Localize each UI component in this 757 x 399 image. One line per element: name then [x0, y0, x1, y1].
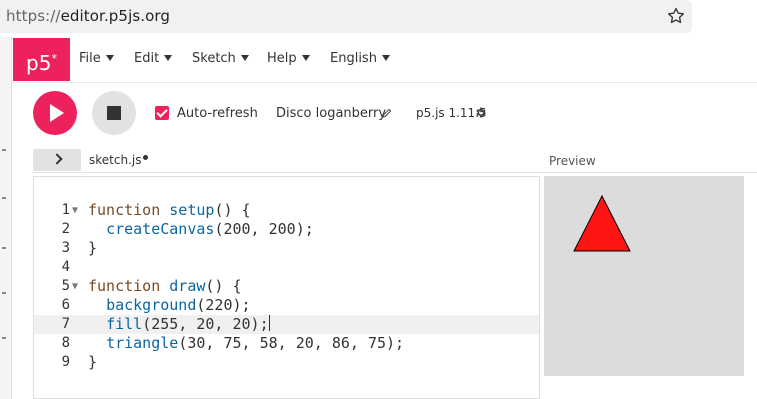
- code-token: }: [88, 239, 98, 257]
- p5-logo[interactable]: p5*: [13, 38, 70, 81]
- code-token: () {: [205, 277, 242, 295]
- code-text: function setup() {: [88, 201, 251, 220]
- code-token: draw: [169, 277, 206, 295]
- line-number: 6: [61, 297, 70, 313]
- toolbar: Auto-refresh Disco loganberry p5.js 1.11…: [12, 84, 757, 146]
- line-number: 9: [61, 354, 70, 370]
- menu-language[interactable]: English: [330, 51, 390, 66]
- preview-canvas[interactable]: [544, 176, 744, 376]
- line-number: 8: [61, 335, 70, 351]
- menu-file-label: File: [79, 51, 101, 66]
- text-cursor: [268, 315, 270, 331]
- line-number: 2: [61, 221, 70, 237]
- auto-refresh-checkbox[interactable]: [155, 106, 169, 120]
- code-line[interactable]: 3}: [34, 239, 539, 258]
- code-line[interactable]: 9}: [34, 353, 539, 372]
- code-editor[interactable]: 1 ▼ function setup() {2 createCanvas(200, …: [33, 176, 540, 399]
- divider: [33, 172, 757, 173]
- code-token: (220);: [196, 296, 251, 314]
- edge-tick: [2, 197, 6, 199]
- edge-tick: [2, 337, 6, 339]
- play-icon: [50, 104, 64, 122]
- line-number: 3: [61, 240, 70, 256]
- url-scheme: https://: [6, 7, 61, 25]
- line-number: 4: [61, 259, 70, 275]
- unsaved-indicator: [143, 155, 148, 160]
- sidebar-toggle-button[interactable]: [33, 149, 81, 171]
- menu-edit[interactable]: Edit: [134, 51, 173, 66]
- play-button[interactable]: [33, 91, 77, 135]
- red-triangle: [573, 194, 631, 252]
- caret-down-icon: [164, 55, 173, 61]
- menu-sketch[interactable]: Sketch: [192, 51, 249, 66]
- logo-asterisk: *: [51, 52, 57, 65]
- top-nav: p5* File Edit Sketch Help English: [12, 37, 757, 83]
- code-token: (255, 20, 20);: [142, 315, 269, 333]
- code-token: function: [88, 277, 170, 295]
- code-token: }: [88, 353, 98, 371]
- code-text: function draw() {: [88, 277, 242, 296]
- code-line[interactable]: 4: [34, 258, 539, 277]
- code-token: background: [106, 296, 197, 314]
- edge-tick: [2, 247, 6, 249]
- stop-button[interactable]: [92, 91, 136, 135]
- code-token: triangle: [106, 334, 179, 352]
- preview-label: Preview: [549, 154, 596, 168]
- sketch-name[interactable]: Disco loganberry: [276, 106, 386, 121]
- gear-icon[interactable]: [474, 106, 487, 119]
- pencil-icon[interactable]: [382, 108, 392, 118]
- code-token: (200, 200);: [214, 220, 314, 238]
- code-token: () {: [214, 201, 251, 219]
- url-host: editor.p5js.org: [60, 7, 171, 25]
- menu-edit-label: Edit: [134, 51, 160, 66]
- line-number: 1: [61, 202, 70, 218]
- line-number: 7: [61, 316, 70, 332]
- menu-help[interactable]: Help: [267, 51, 310, 66]
- code-line[interactable]: 8 triangle(30, 75, 58, 20, 86, 75);: [34, 334, 539, 353]
- code-text: background(220);: [88, 296, 251, 315]
- code-token: fill: [106, 315, 143, 333]
- code-text: }: [88, 239, 97, 258]
- caret-down-icon: [240, 55, 249, 61]
- code-line[interactable]: 5 ▼ function draw() {: [34, 277, 539, 296]
- chevron-right-icon: [51, 153, 63, 165]
- code-token: createCanvas: [106, 220, 215, 238]
- stop-icon: [107, 106, 121, 120]
- menu-sketch-label: Sketch: [192, 51, 236, 66]
- fold-arrow-icon[interactable]: ▼: [72, 277, 78, 296]
- logo-text: p5: [26, 51, 52, 75]
- code-text: createCanvas(200, 200);: [88, 220, 314, 239]
- code-text: }: [88, 353, 97, 372]
- edge-tick: [2, 292, 6, 294]
- menu-help-label: Help: [267, 51, 297, 66]
- caret-down-icon: [105, 55, 114, 61]
- code-token: function: [88, 201, 170, 219]
- caret-down-icon: [381, 55, 390, 61]
- code-text: triangle(30, 75, 58, 20, 86, 75);: [88, 334, 404, 353]
- sketch-output: [573, 194, 631, 252]
- file-tab-sketch-js[interactable]: sketch.js: [89, 153, 141, 167]
- left-edge-strip: [0, 37, 12, 399]
- fold-arrow-icon[interactable]: ▼: [72, 201, 78, 220]
- code-line[interactable]: 6 background(220);: [34, 296, 539, 315]
- menu-language-label: English: [330, 51, 377, 66]
- star-icon[interactable]: [666, 6, 686, 26]
- code-line[interactable]: 1 ▼ function setup() {: [34, 201, 539, 220]
- auto-refresh-label[interactable]: Auto-refresh: [177, 106, 258, 121]
- line-number: 5: [61, 278, 70, 294]
- browser-url-bar[interactable]: https://editor.p5js.org: [0, 0, 692, 33]
- edge-tick: [2, 149, 6, 151]
- code-token: setup: [169, 201, 215, 219]
- code-token: (30, 75, 58, 20, 86, 75);: [178, 334, 405, 352]
- code-text: fill(255, 20, 20);: [88, 315, 270, 334]
- code-line[interactable]: 7 fill(255, 20, 20);: [34, 315, 539, 334]
- menu-file[interactable]: File: [79, 51, 114, 66]
- caret-down-icon: [301, 55, 310, 61]
- code-line[interactable]: 2 createCanvas(200, 200);: [34, 220, 539, 239]
- url-text[interactable]: https://editor.p5js.org: [6, 7, 170, 25]
